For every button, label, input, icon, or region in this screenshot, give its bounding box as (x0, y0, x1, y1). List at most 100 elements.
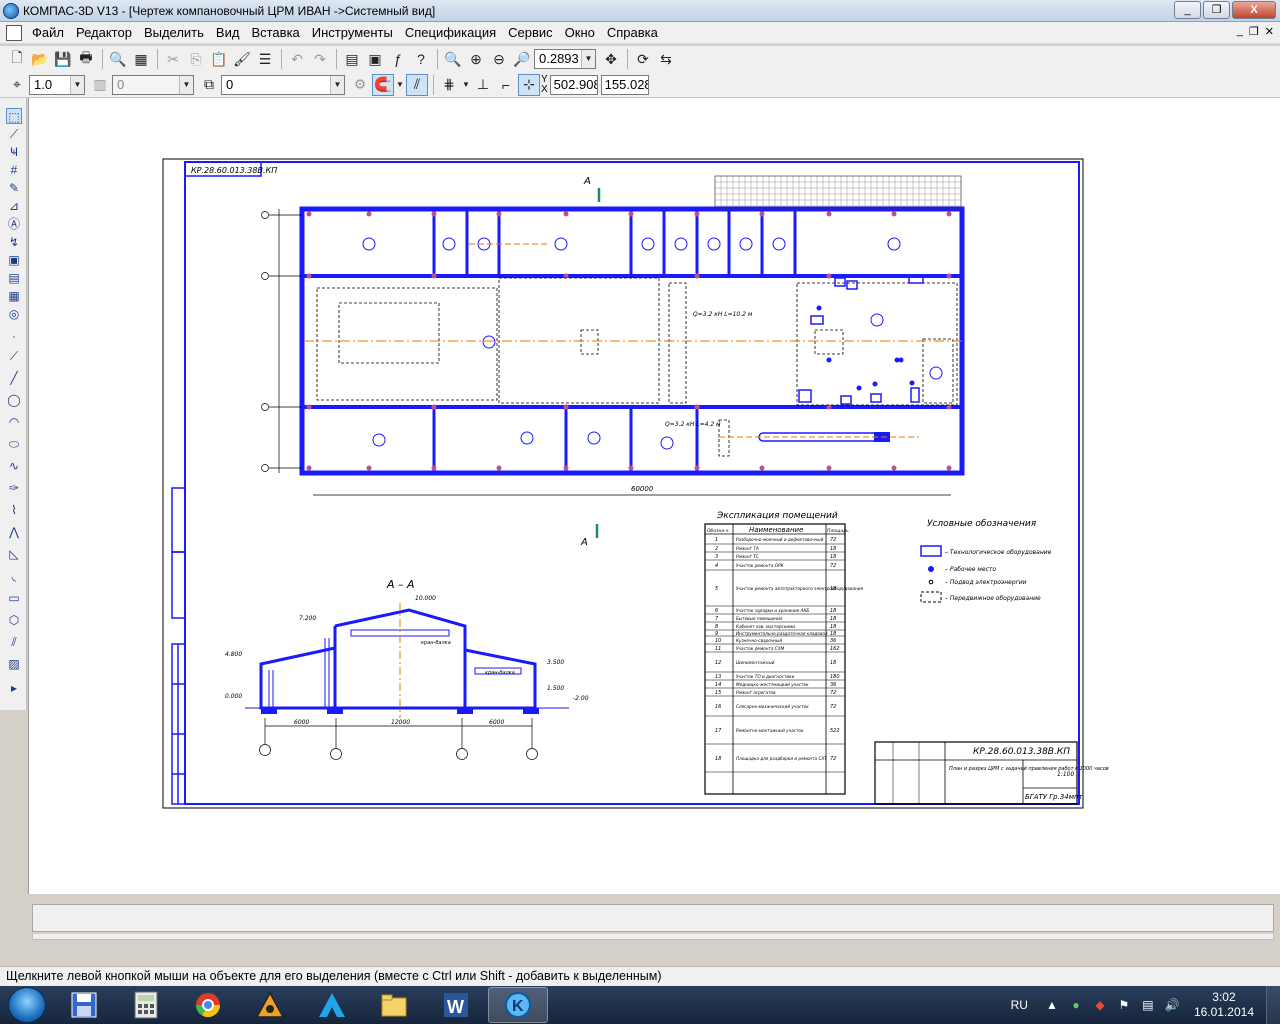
cut-icon[interactable]: ✂ (162, 48, 184, 70)
chevron-down-icon[interactable]: ▼ (330, 75, 344, 94)
refresh-view-icon[interactable]: ⟳ (632, 48, 654, 70)
chevron-down-icon[interactable]: ▼ (70, 75, 84, 94)
tray-volume-icon[interactable]: 🔊 (1164, 997, 1180, 1013)
step-combo[interactable]: 1.0 ▼ (29, 74, 85, 95)
y-coordinate-field[interactable]: 155.028 (600, 74, 649, 95)
auxline-tool-icon[interactable]: ⟋ (6, 348, 22, 364)
zoom-in-icon[interactable]: ⊕ (465, 48, 487, 70)
save-icon[interactable]: 💾 (52, 48, 74, 70)
dimensions-tool-icon[interactable]: ⟋ (6, 126, 22, 142)
pan-icon[interactable]: ✥ (600, 48, 622, 70)
arc-tool-icon[interactable]: ◠ (6, 414, 22, 430)
broken-line-tool-icon[interactable]: ⋀ (6, 524, 22, 540)
view-manager-icon[interactable]: ▦ (130, 48, 152, 70)
tray-flag-icon[interactable]: ⚑ (1116, 997, 1132, 1013)
zoom-scale-icon[interactable]: 🔎 (511, 48, 533, 70)
spec-tool-icon[interactable]: ▣ (6, 252, 22, 268)
doc-close-button[interactable]: ✕ (1265, 25, 1274, 38)
show-desktop-button[interactable] (1266, 986, 1280, 1024)
library-icon[interactable]: ▣ (364, 48, 386, 70)
chamfer-tool-icon[interactable]: ◺ (6, 546, 22, 562)
spline-tool-icon[interactable]: ∿ (6, 458, 22, 474)
open-folder-icon[interactable]: 📂 (29, 48, 51, 70)
help-pointer-icon[interactable]: ? (410, 48, 432, 70)
chevron-down-icon[interactable]: ▼ (179, 75, 193, 94)
step-cursor-icon[interactable]: ⌖ (6, 74, 28, 96)
menu-file[interactable]: Файл (26, 22, 70, 44)
select-filter-icon[interactable]: ↯ (6, 234, 22, 250)
snap-magnet-icon[interactable]: 🧲 (372, 73, 394, 96)
drawing-sheet[interactable]: КР.28.60.013.38В.КП 60000 Q=3.2 кН L=10.… (29, 98, 1280, 894)
notation-tool-icon[interactable]: Ҹ (6, 144, 22, 160)
redo-icon[interactable]: ↷ (309, 48, 331, 70)
menu-editor[interactable]: Редактор (70, 22, 138, 44)
edit-tool-icon[interactable]: ✎ (6, 180, 22, 196)
menu-insert[interactable]: Вставка (245, 22, 305, 44)
hatch-tool-icon[interactable]: ✑ (6, 480, 22, 496)
menu-service[interactable]: Сервис (502, 22, 559, 44)
reports-tool-icon[interactable]: ▤ (6, 270, 22, 286)
maximize-button[interactable]: ❐ (1203, 1, 1230, 19)
parametric-tool-icon[interactable]: ⊿ (6, 198, 22, 214)
property-panel[interactable] (32, 904, 1274, 932)
taskbar-calculator-icon[interactable] (116, 987, 176, 1023)
layer-icon[interactable]: ⧉ (198, 74, 220, 96)
taskbar-app-triangle-icon[interactable] (240, 987, 300, 1023)
manager-icon[interactable]: ▤ (341, 48, 363, 70)
undo-icon[interactable]: ↶ (286, 48, 308, 70)
doc-minimize-button[interactable]: _ (1237, 25, 1243, 38)
taskbar-autocad-icon[interactable] (302, 987, 362, 1023)
start-button-icon[interactable] (8, 987, 46, 1023)
taskbar-explorer-icon[interactable] (364, 987, 424, 1023)
ellipse-tool-icon[interactable]: ⬭ (6, 436, 22, 452)
menu-help[interactable]: Справка (601, 22, 664, 44)
fill-tool-icon[interactable]: ▨ (6, 656, 22, 672)
print-icon[interactable]: 🖶 (75, 48, 97, 70)
properties-icon[interactable]: ☰ (254, 48, 276, 70)
more-tools-icon[interactable]: ▸ (6, 680, 22, 696)
taskbar-word-icon[interactable]: W (426, 987, 486, 1023)
polygon-tool-icon[interactable]: ⬡ (6, 612, 22, 628)
equidistant-tool-icon[interactable]: ⫽ (6, 634, 22, 650)
print-preview-icon[interactable]: 🔍 (107, 48, 129, 70)
minimize-button[interactable]: _ (1174, 1, 1201, 19)
polyline-tool-icon[interactable]: ⌇ (6, 502, 22, 518)
layer-combo[interactable]: 0 ▼ (221, 74, 345, 95)
taskbar-save-app-icon[interactable] (54, 987, 114, 1023)
ortho-mode-icon[interactable]: ⌐ (495, 74, 517, 96)
point-tool-icon[interactable]: · (6, 328, 22, 344)
grid-tool-icon[interactable]: # (6, 162, 22, 178)
select-tool-icon[interactable]: ⬚ (6, 108, 22, 124)
fragment-tool-icon[interactable]: ◎ (6, 306, 22, 322)
language-indicator[interactable]: RU (1011, 998, 1028, 1012)
chevron-down-icon[interactable]: ▼ (395, 74, 405, 96)
taskbar-kompas-icon[interactable]: K (488, 987, 548, 1023)
current-view-icon[interactable]: ▥ (89, 74, 111, 96)
redraw-icon[interactable]: ⇆ (655, 48, 677, 70)
taskbar-chrome-icon[interactable] (178, 987, 238, 1023)
clock[interactable]: 3:02 16.01.2014 (1194, 990, 1254, 1020)
copy-icon[interactable]: ⎘ (185, 48, 207, 70)
ortho-icon[interactable]: ⫽ (406, 73, 428, 96)
paste-icon[interactable]: 📋 (208, 48, 230, 70)
local-cs-icon[interactable]: ⊥ (472, 74, 494, 96)
chevron-down-icon[interactable]: ▼ (581, 50, 595, 68)
zoom-out-icon[interactable]: ⊖ (488, 48, 510, 70)
x-coordinate-field[interactable]: 502.908 (549, 74, 598, 95)
kompas-app-icon[interactable] (3, 2, 19, 19)
drawing-canvas[interactable]: КР.28.60.013.38В.КП 60000 Q=3.2 кН L=10.… (28, 98, 1280, 894)
view-combo[interactable]: 0 ▼ (112, 74, 194, 95)
fillet-tool-icon[interactable]: ◟ (6, 568, 22, 584)
menu-view[interactable]: Вид (210, 22, 246, 44)
parameters-icon[interactable]: ⚙ (349, 74, 371, 96)
measure-tool-icon[interactable]: Ⓐ (6, 216, 22, 232)
doc-restore-button[interactable]: ❐ (1249, 25, 1259, 38)
chevron-down-icon[interactable]: ▼ (461, 74, 471, 96)
menu-select[interactable]: Выделить (138, 22, 210, 44)
tray-green-app-icon[interactable]: ● (1068, 997, 1084, 1013)
insert-tool-icon[interactable]: ▦ (6, 288, 22, 304)
document-icon[interactable] (6, 24, 22, 41)
tray-network-icon[interactable]: ▤ (1140, 997, 1156, 1013)
tray-antivirus-icon[interactable]: ◆ (1092, 997, 1108, 1013)
zoom-combo[interactable]: 0.2893 ▼ (534, 49, 596, 69)
